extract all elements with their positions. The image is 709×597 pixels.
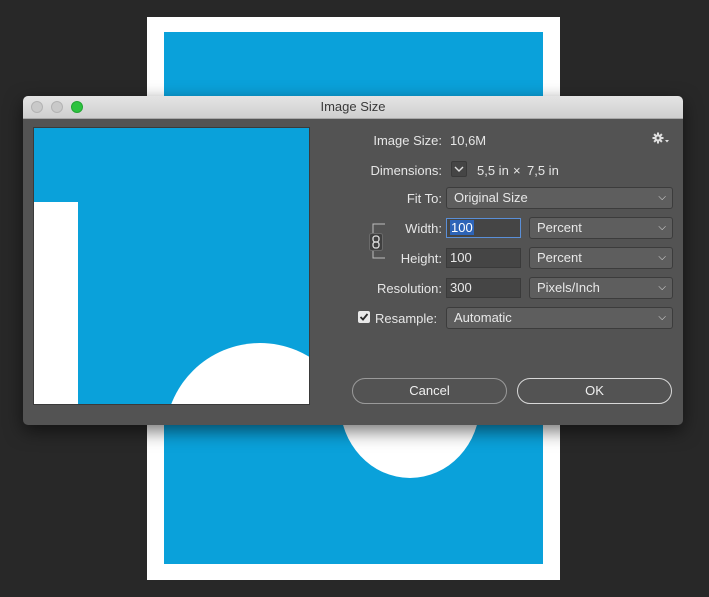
dimensions-unit-dropdown[interactable] [451, 161, 467, 177]
width-input[interactable]: 100 [446, 218, 521, 238]
checkmark-icon [359, 313, 369, 321]
dimensions-width: 5,5 in [477, 163, 509, 178]
ok-button[interactable]: OK [517, 378, 672, 404]
image-size-label: Image Size: [373, 133, 442, 148]
resolution-unit-value: Pixels/Inch [537, 280, 600, 295]
image-size-value: 10,6M [450, 133, 487, 148]
resample-label: Resample: [375, 311, 438, 326]
chevron-down-icon: ⌵ [658, 192, 666, 203]
dimensions-label: Dimensions: [370, 163, 442, 178]
image-size-dialog: Image Size Image Size: 10,6M Dimensions:… [23, 96, 683, 425]
height-value: 100 [450, 250, 472, 265]
chevron-down-icon: ⌵ [658, 282, 666, 293]
resample-value: Automatic [454, 310, 512, 325]
cancel-button[interactable]: Cancel [352, 378, 507, 404]
dimensions-height: 7,5 in [527, 163, 559, 178]
dimensions-separator: × [513, 163, 521, 178]
title-bar: Image Size [23, 96, 683, 119]
fit-to-label: Fit To: [406, 191, 442, 206]
resolution-label: Resolution: [376, 281, 442, 296]
height-unit-select[interactable]: Percent ⌵ [529, 247, 673, 269]
width-value: 100 [450, 220, 474, 235]
chevron-down-icon: ⌵ [658, 222, 666, 233]
gear-icon[interactable] [652, 132, 670, 146]
chevron-down-icon: ⌵ [658, 312, 666, 323]
height-input[interactable]: 100 [446, 248, 521, 268]
height-unit-value: Percent [537, 250, 582, 265]
resample-select[interactable]: Automatic ⌵ [446, 307, 673, 329]
width-unit-value: Percent [537, 220, 582, 235]
window-title: Image Size [320, 99, 386, 114]
preview-white-rectangle [34, 202, 78, 404]
fit-to-value: Original Size [454, 190, 528, 205]
resolution-unit-select[interactable]: Pixels/Inch ⌵ [529, 277, 673, 299]
resolution-input[interactable]: 300 [446, 278, 521, 298]
resolution-value: 300 [450, 280, 472, 295]
fit-to-select[interactable]: Original Size ⌵ [446, 187, 673, 209]
chevron-down-icon [454, 166, 464, 172]
image-preview[interactable] [33, 127, 310, 405]
height-label: Height: [400, 251, 442, 266]
width-label: Width: [405, 221, 442, 236]
resample-checkbox[interactable] [358, 311, 370, 323]
preview-white-circle [165, 343, 309, 404]
chevron-down-icon: ⌵ [658, 252, 666, 263]
width-unit-select[interactable]: Percent ⌵ [529, 217, 673, 239]
chain-link-icon[interactable] [369, 233, 383, 251]
